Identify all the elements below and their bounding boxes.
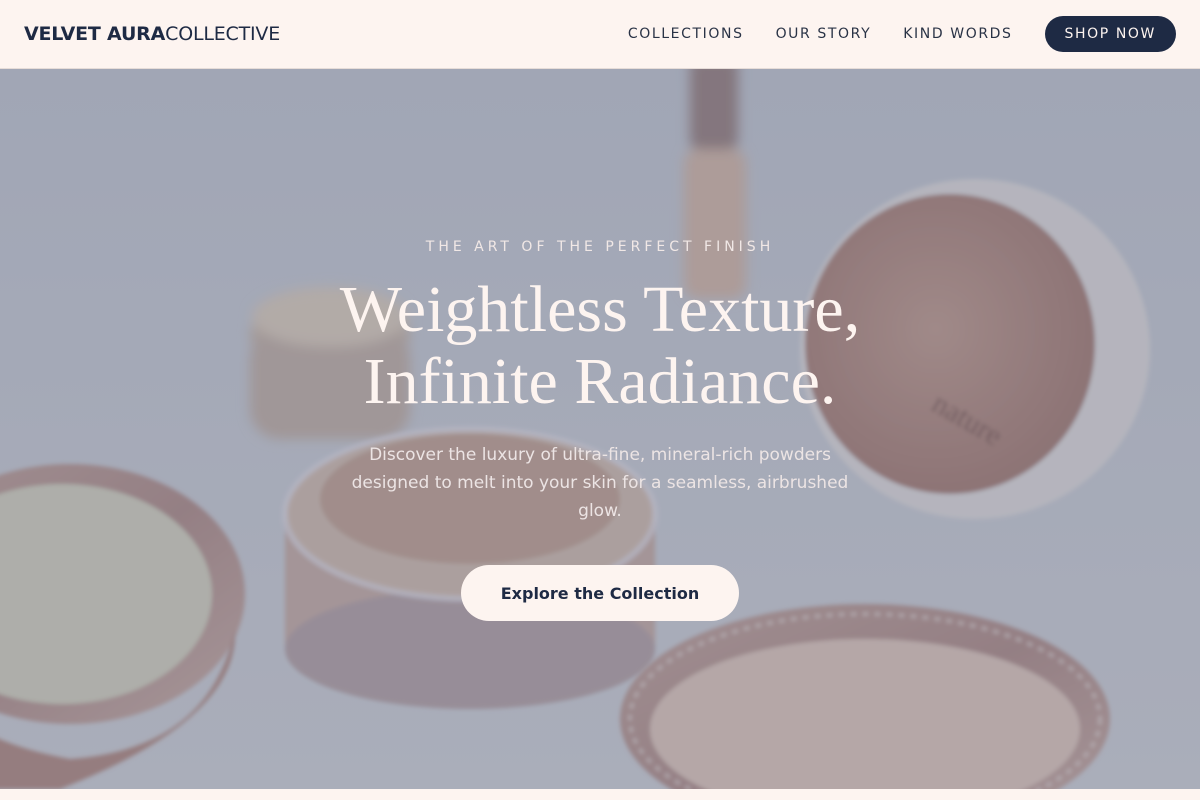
brand-logo[interactable]: VELVET AURA COLLECTIVE — [24, 23, 280, 45]
nav-link-our-story[interactable]: OUR STORY — [776, 26, 872, 42]
hero-section: nature THE ART OF THE PERFECT FINISH Wei… — [0, 69, 1200, 789]
headline-line-2: Infinite Radiance. — [363, 345, 837, 418]
hero-content: THE ART OF THE PERFECT FINISH Weightless… — [0, 69, 1200, 789]
brand-name-bold: VELVET AURA — [24, 23, 166, 45]
headline-line-1: Weightless Texture, — [339, 273, 861, 346]
shop-now-button[interactable]: SHOP NOW — [1044, 16, 1176, 52]
hero-eyebrow: THE ART OF THE PERFECT FINISH — [425, 239, 775, 255]
nav-link-kind-words[interactable]: KIND WORDS — [903, 26, 1012, 42]
nav-link-collections[interactable]: COLLECTIONS — [628, 26, 744, 42]
main-nav: COLLECTIONS OUR STORY KIND WORDS SHOP NO… — [628, 16, 1176, 52]
brand-name-light: COLLECTIVE — [165, 23, 281, 45]
section-divider — [0, 789, 1200, 800]
explore-collection-button[interactable]: Explore the Collection — [461, 565, 739, 621]
top-navigation-bar: VELVET AURA COLLECTIVE COLLECTIONS OUR ST… — [0, 0, 1200, 69]
hero-headline: Weightless Texture, Infinite Radiance. — [0, 274, 1200, 418]
hero-subtext: Discover the luxury of ultra-fine, miner… — [351, 445, 849, 521]
